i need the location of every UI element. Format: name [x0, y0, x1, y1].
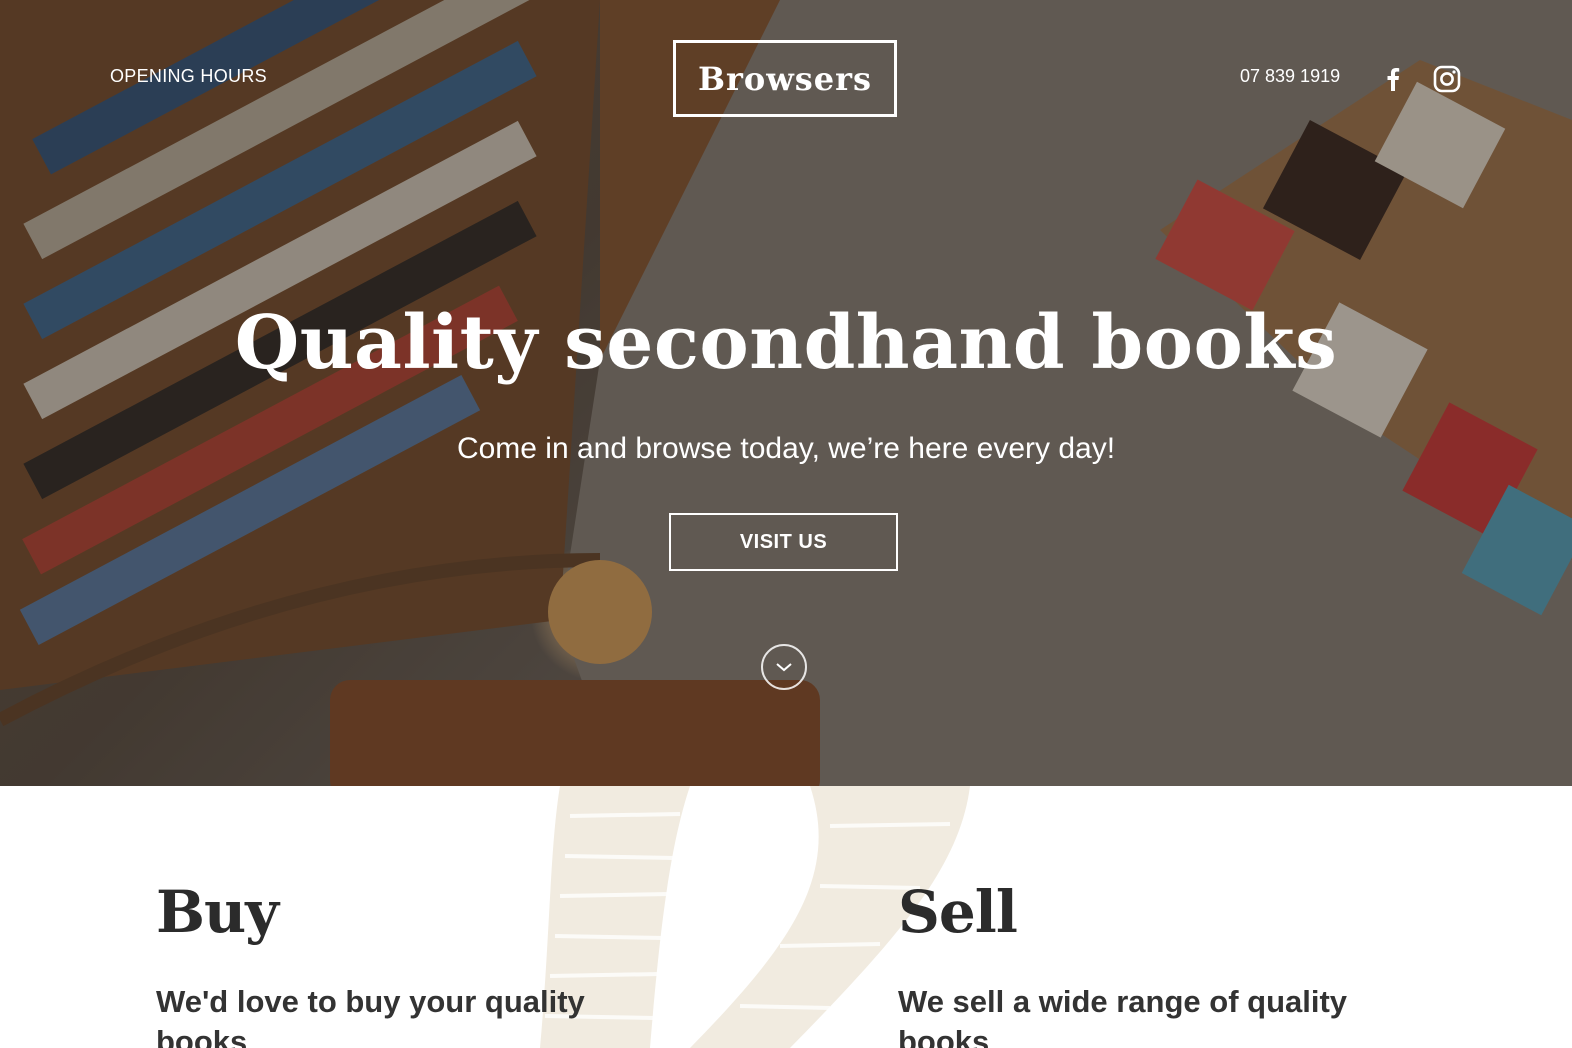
buy-text: We'd love to buy your quality books	[156, 984, 585, 1048]
buy-title: Buy	[156, 878, 279, 946]
visit-us-button[interactable]: VISIT US	[669, 513, 898, 571]
instagram-icon[interactable]	[1432, 64, 1462, 94]
hero-headline: Quality secondhand books	[234, 300, 1338, 386]
hero-section: OPENING HOURS Browsers 07 839 1919 Quali…	[0, 0, 1572, 786]
hero-subheadline: Come in and browse today, we’re here eve…	[456, 432, 1116, 465]
scroll-down-button[interactable]	[761, 644, 807, 690]
chevron-down-icon	[776, 663, 792, 672]
sell-text: We sell a wide range of quality books	[898, 984, 1348, 1048]
facebook-icon[interactable]	[1378, 64, 1408, 94]
sell-title: Sell	[898, 878, 1018, 946]
nav-opening-hours[interactable]: OPENING HOURS	[110, 66, 267, 87]
phone-number[interactable]: 07 839 1919	[1240, 66, 1340, 87]
instagram-icon-glyph	[1433, 65, 1461, 93]
services-section: Buy We'd love to buy your quality books …	[0, 786, 1572, 1048]
facebook-icon-glyph	[1387, 68, 1400, 91]
logo[interactable]: Browsers	[673, 40, 897, 117]
